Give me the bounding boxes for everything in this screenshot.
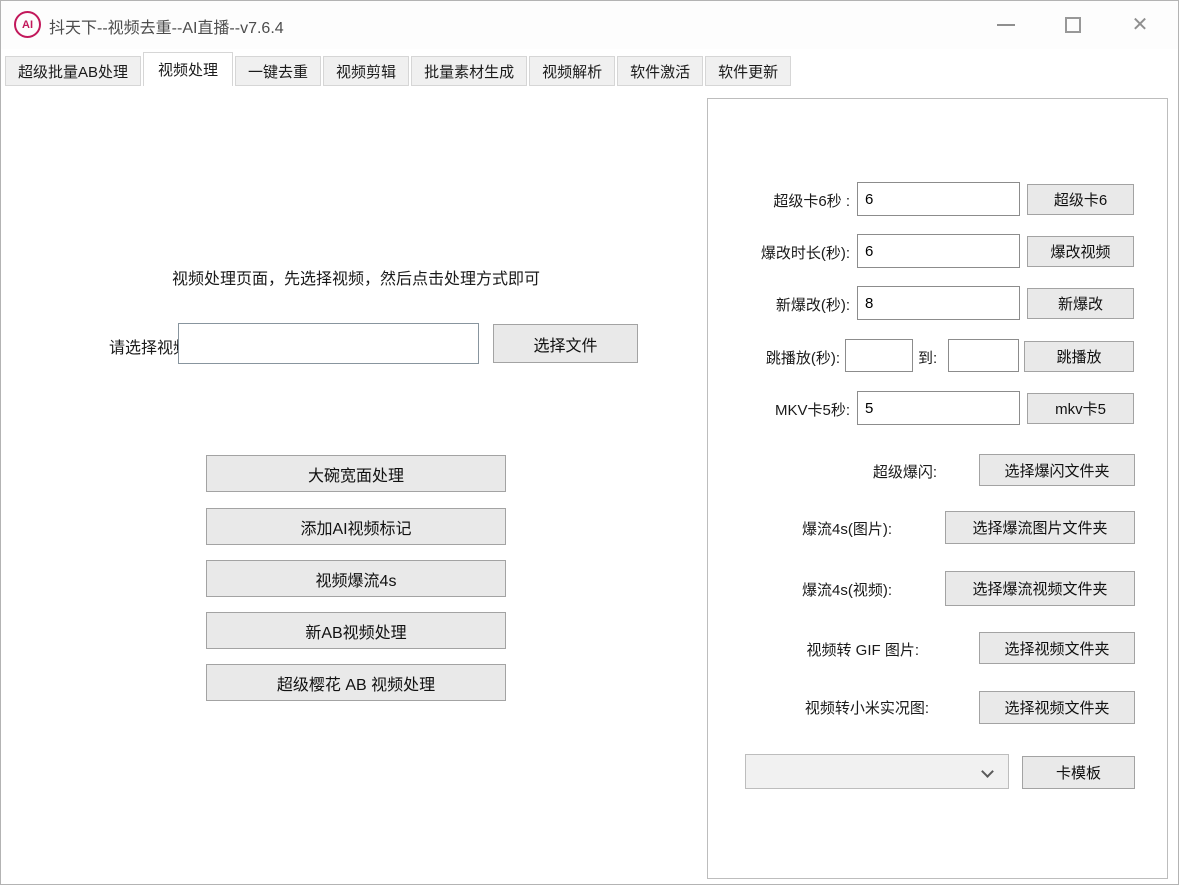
burst4s-video-label: 爆流4s(视频): <box>777 579 892 600</box>
super-card6-label: 超级卡6秒 : <box>728 190 850 211</box>
tab-one-click-dedup[interactable]: 一键去重 <box>235 56 321 86</box>
add-ai-video-mark-button[interactable]: 添加AI视频标记 <box>206 508 506 545</box>
tab-batch-material[interactable]: 批量素材生成 <box>411 56 527 86</box>
minimize-icon <box>997 24 1015 26</box>
tab-video-parsing[interactable]: 视频解析 <box>529 56 615 86</box>
title-bar: AI 抖天下--视频去重--AI直播--v7.6.4 ✕ <box>1 1 1178 49</box>
maximize-icon <box>1065 17 1081 33</box>
card-template-button[interactable]: 卡模板 <box>1022 756 1135 789</box>
select-video-folder-live-button[interactable]: 选择视频文件夹 <box>979 691 1135 724</box>
tab-software-activation[interactable]: 软件激活 <box>617 56 703 86</box>
tab-strip: 超级批量AB处理 视频处理 一键去重 视频剪辑 批量素材生成 视频解析 软件激活… <box>5 52 793 86</box>
mkv-card5-button[interactable]: mkv卡5 <box>1027 393 1134 424</box>
tab-super-batch-ab[interactable]: 超级批量AB处理 <box>5 56 141 86</box>
jump-play-to-label: 到: <box>918 347 937 368</box>
tools-panel: 超级卡6秒 : 超级卡6 爆改时长(秒): 爆改视频 新爆改(秒): 新爆改 跳… <box>707 98 1168 879</box>
close-button[interactable]: ✕ <box>1117 1 1163 49</box>
tab-video-editing[interactable]: 视频剪辑 <box>323 56 409 86</box>
jump-play-from-input[interactable] <box>845 339 913 372</box>
super-card6-input[interactable] <box>857 182 1020 216</box>
select-burst-video-folder-button[interactable]: 选择爆流视频文件夹 <box>945 571 1135 606</box>
big-bowl-wide-noodle-button[interactable]: 大碗宽面处理 <box>206 455 506 492</box>
video-to-gif-label: 视频转 GIF 图片: <box>779 639 919 660</box>
mkv-card5-label: MKV卡5秒: <box>728 399 850 420</box>
new-burst-input[interactable] <box>857 286 1020 320</box>
app-window: AI 抖天下--视频去重--AI直播--v7.6.4 ✕ 超级批量AB处理 视频… <box>0 0 1179 885</box>
page-instructions: 视频处理页面，先选择视频，然后点击处理方式即可 <box>101 265 611 289</box>
super-sakura-ab-button[interactable]: 超级樱花 AB 视频处理 <box>206 664 506 701</box>
super-card6-button[interactable]: 超级卡6 <box>1027 184 1134 215</box>
new-ab-video-button[interactable]: 新AB视频处理 <box>206 612 506 649</box>
select-file-button[interactable]: 选择文件 <box>493 324 638 363</box>
video-path-input[interactable] <box>178 323 479 364</box>
video-to-xiaomi-live-label: 视频转小米实况图: <box>774 697 929 718</box>
select-flash-folder-button[interactable]: 选择爆闪文件夹 <box>979 454 1135 486</box>
video-burst-4s-button[interactable]: 视频爆流4s <box>206 560 506 597</box>
template-dropdown[interactable] <box>745 754 1009 789</box>
app-logo-icon: AI <box>14 11 41 38</box>
burst-video-button[interactable]: 爆改视频 <box>1027 236 1134 267</box>
jump-play-button[interactable]: 跳播放 <box>1024 341 1134 372</box>
mkv-card5-input[interactable] <box>857 391 1020 425</box>
tab-software-update[interactable]: 软件更新 <box>705 56 791 86</box>
burst-duration-input[interactable] <box>857 234 1020 268</box>
select-video-folder-gif-button[interactable]: 选择视频文件夹 <box>979 632 1135 664</box>
burst-duration-label: 爆改时长(秒): <box>728 242 850 263</box>
close-icon: ✕ <box>1132 15 1149 35</box>
jump-play-to-input[interactable] <box>948 339 1019 372</box>
new-burst-label: 新爆改(秒): <box>728 294 850 315</box>
tab-video-processing[interactable]: 视频处理 <box>143 52 233 86</box>
jump-play-label: 跳播放(秒): <box>728 347 840 368</box>
minimize-button[interactable] <box>983 1 1029 49</box>
maximize-button[interactable] <box>1050 1 1096 49</box>
burst4s-image-label: 爆流4s(图片): <box>777 518 892 539</box>
super-flash-label: 超级爆闪: <box>808 461 937 482</box>
select-burst-image-folder-button[interactable]: 选择爆流图片文件夹 <box>945 511 1135 544</box>
new-burst-button[interactable]: 新爆改 <box>1027 288 1134 319</box>
window-title: 抖天下--视频去重--AI直播--v7.6.4 <box>49 14 284 38</box>
chevron-down-icon <box>981 765 994 778</box>
